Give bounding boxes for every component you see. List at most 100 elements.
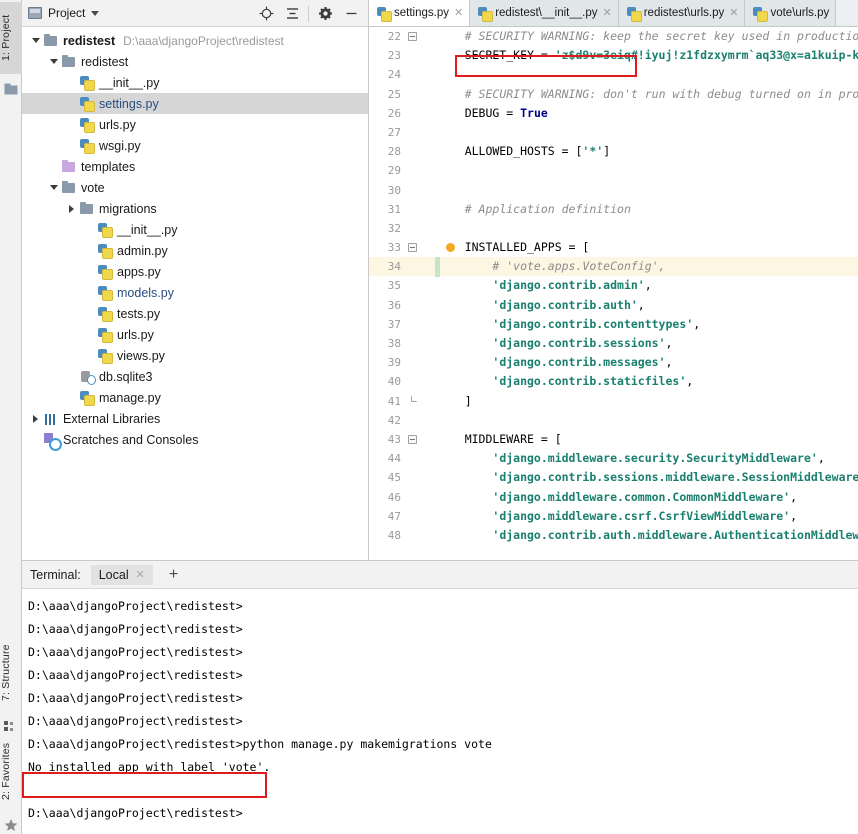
rail-button-structure[interactable]: 7: Structure xyxy=(0,630,22,716)
tree-item-db-sqlite3[interactable]: db.sqlite3 xyxy=(22,366,368,387)
line-number[interactable]: 38 xyxy=(369,334,435,353)
line-number[interactable]: 30 xyxy=(369,181,435,200)
tree-item-urls-py[interactable]: urls.py xyxy=(22,114,368,135)
editor-tab-vote-urls-py[interactable]: vote\urls.py xyxy=(745,0,837,26)
code-line[interactable]: 'django.contrib.contenttypes', xyxy=(435,315,858,334)
source-code[interactable]: # SECURITY WARNING: keep the secret key … xyxy=(435,27,858,560)
code-line[interactable]: 'django.contrib.auth.middleware.Authenti… xyxy=(435,526,858,545)
line-number[interactable]: 32 xyxy=(369,219,435,238)
line-number[interactable]: 34 xyxy=(369,257,435,277)
line-number[interactable]: 41 xyxy=(369,392,435,411)
editor-tab-redistest-urls-py[interactable]: redistest\urls.py ✕ xyxy=(618,0,746,26)
tree-item-scratches-and-consoles[interactable]: Scratches and Consoles xyxy=(22,429,368,451)
line-number[interactable]: 48 xyxy=(369,526,435,545)
close-icon[interactable]: ✕ xyxy=(603,7,612,19)
line-number[interactable]: 37 xyxy=(369,315,435,334)
line-number[interactable]: 45 xyxy=(369,468,435,487)
code-line[interactable]: 'django.middleware.common.CommonMiddlewa… xyxy=(435,488,858,507)
project-tree[interactable]: redistest D:\aaa\djangoProject\redistest r… xyxy=(22,28,368,560)
rail-button-project[interactable]: 1: Project xyxy=(0,2,22,74)
line-number-gutter[interactable]: 22 23 24 25 26 27 28 29 30 31 32 33 34 35 36 37 38 39 40 41… xyxy=(369,27,435,560)
editor-tab-bar[interactable]: settings.py ✕ redistest\__init__.py ✕ redist… xyxy=(369,0,858,27)
tree-item-migrations[interactable]: migrations xyxy=(22,198,368,219)
settings-gear-icon[interactable] xyxy=(312,0,338,27)
line-number[interactable]: 36 xyxy=(369,296,435,315)
tree-item-redistest[interactable]: redistest xyxy=(22,51,368,72)
code-viewport[interactable]: 22 23 24 25 26 27 28 29 30 31 32 33 34 35 36 37 38 39 40 41… xyxy=(369,27,858,560)
code-line[interactable]: MIDDLEWARE = [ xyxy=(435,430,858,449)
tree-item-models-py[interactable]: models.py xyxy=(22,282,368,303)
close-icon[interactable]: ✕ xyxy=(454,7,463,19)
code-line[interactable]: SECRET_KEY = 'z$d9v=3eiq#!iyuj!z1fdzxymr… xyxy=(435,46,858,65)
terminal-tab-local[interactable]: Local ✕ xyxy=(90,564,153,585)
code-line[interactable] xyxy=(435,123,858,142)
locate-icon[interactable] xyxy=(253,0,279,27)
line-number[interactable]: 40 xyxy=(369,372,435,391)
line-number[interactable]: 29 xyxy=(369,161,435,180)
code-line[interactable]: DEBUG = True xyxy=(435,104,858,123)
tree-item--init-py[interactable]: __init__.py xyxy=(22,219,368,240)
code-line[interactable]: 'django.middleware.csrf.CsrfViewMiddlewa… xyxy=(435,507,858,526)
line-number[interactable]: 23 xyxy=(369,46,435,65)
tree-item-manage-py[interactable]: manage.py xyxy=(22,387,368,408)
tree-item-tests-py[interactable]: tests.py xyxy=(22,303,368,324)
code-line[interactable] xyxy=(435,411,858,430)
line-number[interactable]: 31 xyxy=(369,200,435,219)
rail-button-favorites[interactable]: 2: Favorites xyxy=(0,730,22,812)
line-number[interactable]: 35 xyxy=(369,276,435,295)
code-line[interactable]: ] xyxy=(435,392,858,411)
chevron-down-icon[interactable] xyxy=(28,30,43,51)
tree-item-vote[interactable]: vote xyxy=(22,177,368,198)
tree-item-redistest[interactable]: redistest D:\aaa\djangoProject\redistest xyxy=(22,30,368,51)
fold-end-marker[interactable] xyxy=(411,395,417,402)
line-number[interactable]: 46 xyxy=(369,488,435,507)
line-number[interactable]: 22 xyxy=(369,27,435,46)
tree-item-admin-py[interactable]: admin.py xyxy=(22,240,368,261)
code-line[interactable]: ALLOWED_HOSTS = ['*'] xyxy=(435,142,858,161)
tree-item-templates[interactable]: templates xyxy=(22,156,368,177)
code-line[interactable]: INSTALLED_APPS = [ xyxy=(435,238,858,257)
code-line[interactable]: 'django.middleware.security.SecurityMidd… xyxy=(435,449,858,468)
code-line[interactable]: 'django.contrib.messages', xyxy=(435,353,858,372)
terminal-output[interactable]: D:\aaa\djangoProject\redistest> D:\aaa\dj… xyxy=(22,589,858,834)
chevron-right-icon[interactable] xyxy=(64,198,79,219)
code-line[interactable]: # Application definition xyxy=(435,200,858,219)
code-line[interactable] xyxy=(435,181,858,200)
fold-collapse-icon[interactable] xyxy=(408,435,417,445)
close-icon[interactable]: ✕ xyxy=(136,568,145,581)
code-line[interactable]: # SECURITY WARNING: keep the secret key … xyxy=(435,27,858,46)
editor-tab-redistest-init-py[interactable]: redistest\__init__.py ✕ xyxy=(470,0,619,26)
plus-icon[interactable]: + xyxy=(163,566,184,583)
line-number[interactable]: 25 xyxy=(369,85,435,104)
line-number[interactable]: 43 xyxy=(369,430,435,449)
line-number[interactable]: 44 xyxy=(369,449,435,468)
code-line[interactable]: 'django.contrib.admin', xyxy=(435,276,858,295)
chevron-right-icon[interactable] xyxy=(28,408,43,429)
code-line[interactable]: 'django.contrib.staticfiles', xyxy=(435,372,858,391)
collapse-all-icon[interactable] xyxy=(279,0,305,27)
chevron-down-icon[interactable] xyxy=(46,51,61,72)
code-line[interactable]: 'django.contrib.auth', xyxy=(435,296,858,315)
code-line[interactable] xyxy=(435,65,858,84)
line-number[interactable]: 28 xyxy=(369,142,435,161)
line-number[interactable]: 27 xyxy=(369,123,435,142)
line-number[interactable]: 39 xyxy=(369,353,435,372)
line-number[interactable]: 47 xyxy=(369,507,435,526)
tree-item-settings-py[interactable]: settings.py xyxy=(22,93,368,114)
fold-collapse-icon[interactable] xyxy=(408,32,417,41)
code-line[interactable] xyxy=(435,219,858,238)
fold-collapse-icon[interactable] xyxy=(408,243,417,253)
tree-item--init-py[interactable]: __init__.py xyxy=(22,72,368,93)
code-line[interactable] xyxy=(435,161,858,180)
line-number[interactable]: 33 xyxy=(369,238,435,257)
tree-item-urls-py[interactable]: urls.py xyxy=(22,324,368,345)
tree-item-views-py[interactable]: views.py xyxy=(22,345,368,366)
code-line[interactable]: 'django.contrib.sessions', xyxy=(435,334,858,353)
editor-tab-settings-py[interactable]: settings.py ✕ xyxy=(369,0,471,26)
code-line[interactable]: 'django.contrib.sessions.middleware.Sess… xyxy=(435,468,858,487)
line-number[interactable]: 26 xyxy=(369,104,435,123)
code-line[interactable]: # SECURITY WARNING: don't run with debug… xyxy=(435,85,858,104)
close-icon[interactable]: ✕ xyxy=(729,7,738,19)
line-number[interactable]: 24 xyxy=(369,65,435,84)
code-line[interactable]: # 'vote.apps.VoteConfig', xyxy=(435,257,858,277)
